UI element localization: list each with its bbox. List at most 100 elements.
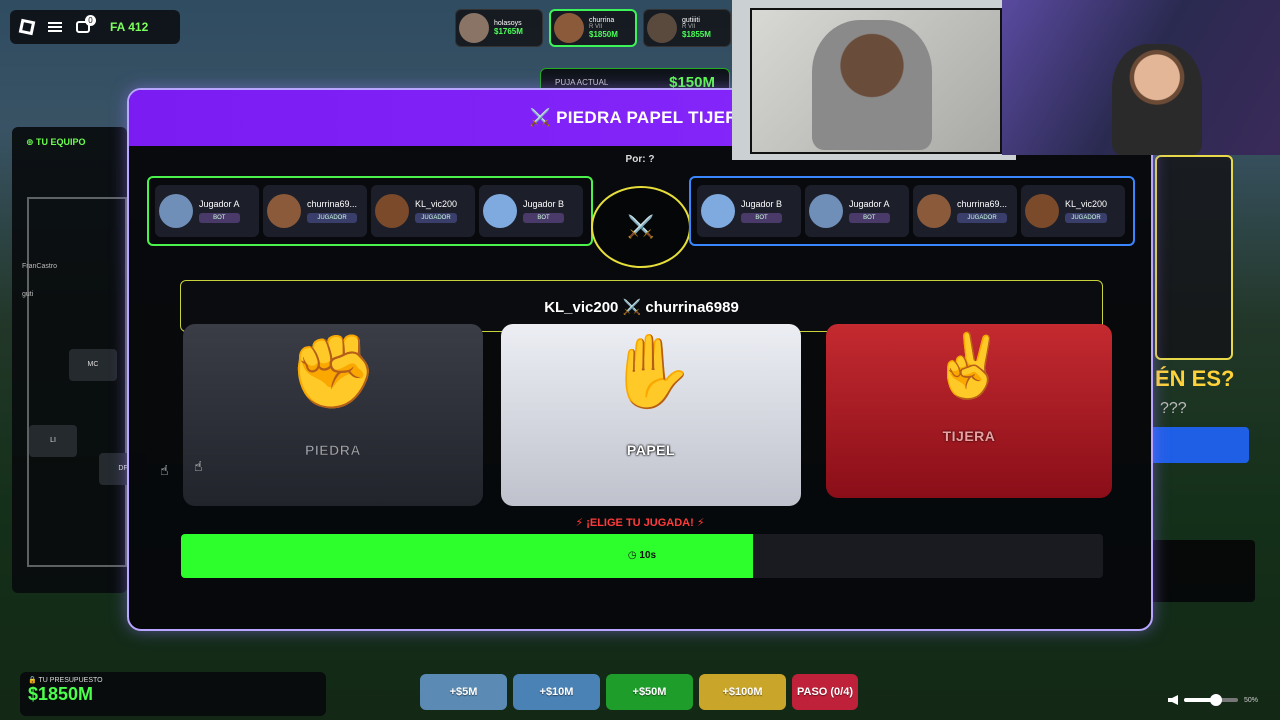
slot-name: KL_vic200 xyxy=(1065,199,1108,209)
slot-tag: BOT xyxy=(523,213,565,223)
hand-icon: ✋ xyxy=(606,332,696,412)
avatar xyxy=(375,194,409,228)
lineup-slot: churrina69... JUGADOR xyxy=(913,185,1017,237)
choose-prompt: ⚡ ¡ELIGE TU JUGADA! ⚡ xyxy=(575,517,705,529)
lineup-slot: Jugador B BOT xyxy=(697,185,801,237)
speaker-icon[interactable] xyxy=(1168,695,1178,705)
position-slot-mc[interactable]: MC xyxy=(69,349,117,381)
hand-cursor-icon: ☝ xyxy=(160,462,169,478)
paper-label: PAPEL xyxy=(626,442,676,458)
avatar xyxy=(1025,194,1059,228)
webcam-overlay-2 xyxy=(1002,0,1280,155)
webcam-person-image xyxy=(812,20,932,150)
discord-user: guti xyxy=(22,291,34,298)
slot-name: Jugador A xyxy=(849,199,890,209)
scissors-button[interactable]: ✌️ TIJERA xyxy=(826,324,1112,498)
swords-icon: ⚔️ xyxy=(627,214,655,239)
player-money: $1855M xyxy=(682,30,711,39)
slot-name: Jugador B xyxy=(523,199,565,209)
webcam-overlay xyxy=(732,0,1016,160)
player-card-active: churrina R VII $1850M xyxy=(549,9,637,47)
slot-name: Jugador A xyxy=(199,199,240,209)
fa-label: FA 412 xyxy=(110,20,149,34)
right-side-heading: ÉN ES? xyxy=(1155,366,1235,391)
slot-name: Jugador B xyxy=(741,199,783,209)
hand-cursor-icon: ☝ xyxy=(194,458,203,474)
modal-title: ⚔️ PIEDRA PAPEL TIJERA xyxy=(529,108,751,127)
player-name: gutiiiti xyxy=(682,17,700,24)
team-panel: ⊕ TU EQUIPO MC LI DF FranCastro guti xyxy=(12,127,147,593)
right-side-question: ??? xyxy=(1160,400,1187,417)
vs-circle: ⚔️ xyxy=(591,186,691,268)
rps-modal: ⚔️ PIEDRA PAPEL TIJERA Por: ? Jugador A … xyxy=(127,88,1153,631)
chat-badge: 0 xyxy=(85,15,96,26)
menu-icon[interactable] xyxy=(48,22,62,32)
avatar xyxy=(483,194,517,228)
bid-100m-button[interactable]: +$100M xyxy=(699,674,786,710)
countdown-bar: ◷ 10s xyxy=(181,534,1103,578)
volume-percent: 50% xyxy=(1244,696,1259,704)
team-header: ⊕ TU EQUIPO xyxy=(26,137,86,147)
slot-tag: JUGADOR xyxy=(307,213,358,223)
budget-panel: 🔒 TU PRESUPUESTO $1850M xyxy=(20,672,326,716)
current-bid-label: PUJA ACTUAL xyxy=(555,77,609,87)
pass-button[interactable]: PASO (0/4) xyxy=(792,674,858,710)
fist-icon: ✊ xyxy=(288,332,378,412)
slot-name: KL_vic200 xyxy=(415,199,458,209)
lineup-slot: Jugador A BOT xyxy=(805,185,909,237)
slot-name: churrina69... xyxy=(957,199,1008,209)
discord-user: FranCastro xyxy=(22,263,58,270)
webcam-person-image xyxy=(1112,44,1202,155)
pitch: MC LI DF xyxy=(27,197,147,567)
paper-button[interactable]: ✋ PAPEL xyxy=(501,324,801,506)
player-money: $1850M xyxy=(589,30,618,39)
right-side-box xyxy=(1150,540,1255,602)
slot-tag: JUGADOR xyxy=(415,213,458,223)
scissors-label: TIJERA xyxy=(942,428,996,444)
avatar xyxy=(647,13,677,43)
player-name: holasoys xyxy=(494,20,522,27)
bid-5m-button[interactable]: +$5M xyxy=(420,674,507,710)
slot-tag: JUGADOR xyxy=(957,213,1008,223)
lineup-slot: Jugador B BOT xyxy=(479,185,583,237)
avatar xyxy=(809,194,843,228)
bid-50m-button[interactable]: +$50M xyxy=(606,674,693,710)
chat-icon[interactable]: 0 xyxy=(76,15,96,33)
roblox-logo-icon[interactable] xyxy=(18,18,36,36)
bid-buttons: +$5M +$10M +$50M +$100M PASO (0/4) xyxy=(420,674,858,710)
slot-tag: JUGADOR xyxy=(1065,213,1108,223)
avatar xyxy=(554,13,584,43)
volume-slider[interactable] xyxy=(1184,694,1238,706)
right-side-button[interactable] xyxy=(1150,427,1249,463)
webcam-frame xyxy=(750,8,1002,154)
avatar xyxy=(917,194,951,228)
position-slot-li[interactable]: LI xyxy=(29,425,77,457)
countdown-text: ◷ 10s xyxy=(627,550,657,561)
rock-label: PIEDRA xyxy=(305,442,361,459)
lineup-slot: Jugador A BOT xyxy=(155,185,259,237)
player-card: holasoys $1765M xyxy=(455,9,543,47)
volume-knob[interactable] xyxy=(1210,694,1222,706)
players-strip: holasoys $1765M churrina R VII $1850M gu… xyxy=(455,9,731,47)
budget-label: 🔒 TU PRESUPUESTO xyxy=(28,677,103,684)
budget-value: $1850M xyxy=(28,684,94,704)
slot-name: churrina69... xyxy=(307,199,358,209)
avatar xyxy=(459,13,489,43)
lineup-slot: KL_vic200 JUGADOR xyxy=(371,185,475,237)
lineup-slot: churrina69... JUGADOR xyxy=(263,185,367,237)
right-team-lineup: Jugador B BOT Jugador A BOT churrina69..… xyxy=(689,176,1135,246)
lineup-slot: KL_vic200 JUGADOR xyxy=(1021,185,1125,237)
right-side-panel xyxy=(1155,155,1233,360)
avatar xyxy=(701,194,735,228)
player-name: churrina xyxy=(589,17,615,24)
player-money: $1765M xyxy=(494,27,523,36)
volume-control: 50% xyxy=(1168,688,1272,712)
left-team-lineup: Jugador A BOT churrina69... JUGADOR KL_v… xyxy=(147,176,593,246)
rock-button[interactable]: ✊ PIEDRA xyxy=(183,324,483,506)
slot-tag: BOT xyxy=(199,213,240,223)
avatar xyxy=(159,194,193,228)
roblox-topbar: 0 FA 412 xyxy=(10,10,180,44)
bid-10m-button[interactable]: +$10M xyxy=(513,674,600,710)
slot-tag: BOT xyxy=(849,213,890,223)
slot-tag: BOT xyxy=(741,213,783,223)
